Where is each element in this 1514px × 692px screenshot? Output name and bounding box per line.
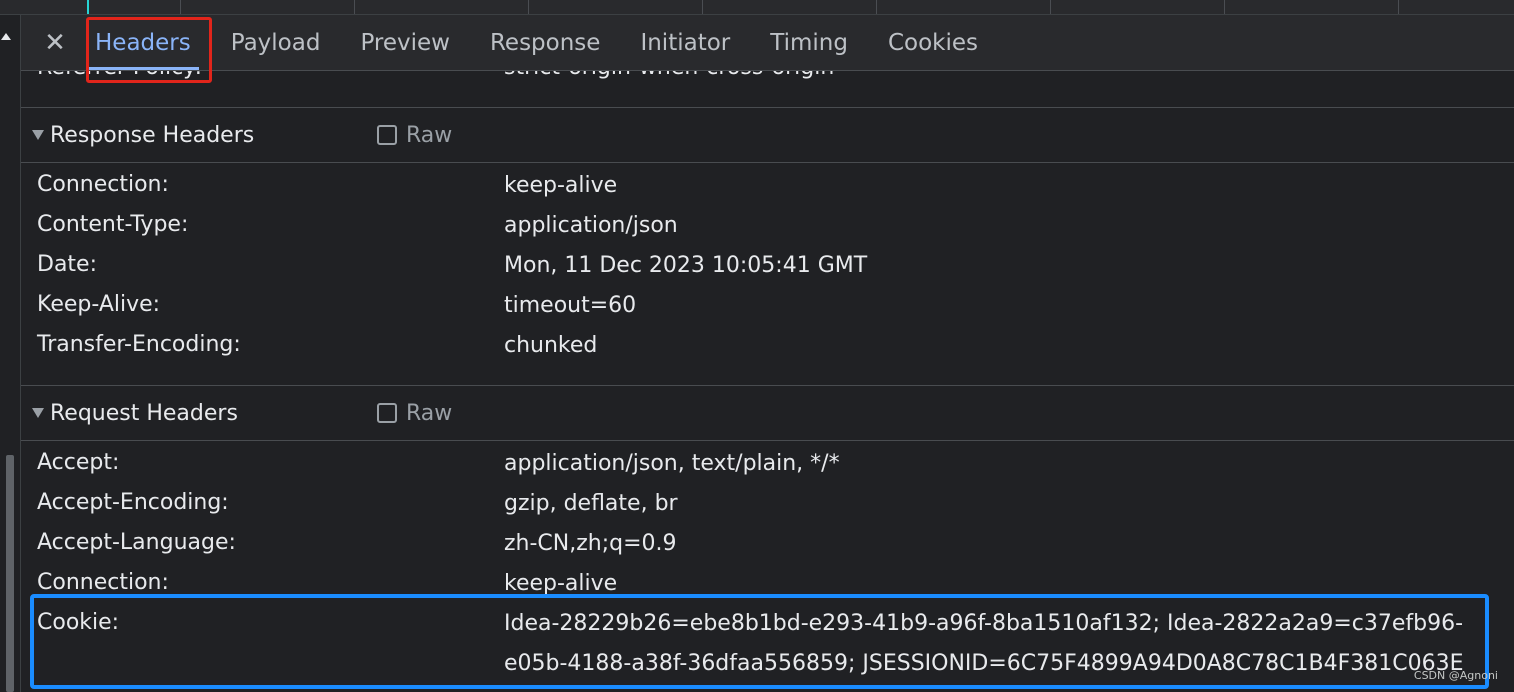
header-value: timeout=60 [504, 293, 637, 318]
header-name: Accept-Encoding: [37, 490, 229, 515]
raw-label[interactable]: Raw [406, 401, 452, 426]
header-row: Accept-Language: zh-CN,zh;q=0.9 [21, 524, 1514, 564]
scrollbar[interactable] [6, 455, 14, 692]
header-name: Keep-Alive: [37, 292, 161, 317]
header-row: Date: Mon, 11 Dec 2023 10:05:41 GMT [21, 246, 1514, 286]
expand-triangle-icon[interactable] [32, 408, 44, 418]
section-response-headers[interactable]: Response Headers Raw [21, 107, 1514, 163]
raw-checkbox[interactable] [377, 125, 397, 145]
tab-response[interactable]: Response [470, 15, 620, 70]
header-value: gzip, deflate, br [504, 491, 678, 516]
header-row: Accept: application/json, text/plain, */… [21, 444, 1514, 484]
section-title: Response Headers [50, 122, 255, 148]
header-value: application/json, text/plain, */* [504, 451, 840, 476]
header-row: Transfer-Encoding: chunked [21, 326, 1514, 366]
cursor-arrow-icon [1, 33, 11, 40]
raw-checkbox[interactable] [377, 403, 397, 423]
header-name: Transfer-Encoding: [37, 332, 241, 357]
close-icon[interactable]: ✕ [35, 21, 75, 65]
header-name: Accept: [37, 450, 120, 475]
request-list-gutter [0, 15, 21, 692]
header-name: Connection: [37, 570, 169, 595]
header-name: Connection: [37, 172, 169, 197]
tab-timing[interactable]: Timing [750, 15, 868, 70]
header-row: Accept-Encoding: gzip, deflate, br [21, 484, 1514, 524]
highlight-box-headers-tab [86, 17, 212, 83]
devtools-network-panel: ✕ Headers Payload Preview Response Initi… [0, 0, 1514, 692]
section-title: Request Headers [50, 400, 238, 426]
details-tabbar: ✕ Headers Payload Preview Response Initi… [21, 15, 1514, 71]
highlight-box-cookie-row [30, 594, 1489, 689]
header-row-partial: Referrer Policy: strict-origin-when-cros… [21, 71, 1514, 85]
tab-payload[interactable]: Payload [211, 15, 341, 70]
header-row: Connection: keep-alive [21, 166, 1514, 206]
section-request-headers[interactable]: Request Headers Raw [21, 385, 1514, 441]
header-name: Content-Type: [37, 212, 189, 237]
network-timeline-strip [0, 0, 1514, 15]
header-value: keep-alive [504, 173, 618, 198]
timeline-cursor [87, 0, 89, 14]
header-value: zh-CN,zh;q=0.9 [504, 531, 677, 556]
header-row: Content-Type: application/json [21, 206, 1514, 246]
tab-cookies[interactable]: Cookies [868, 15, 998, 70]
header-name: Accept-Language: [37, 530, 236, 555]
header-value: strict-origin-when-cross-origin [504, 71, 834, 80]
header-value: application/json [504, 213, 678, 238]
raw-label[interactable]: Raw [406, 123, 452, 148]
tab-preview[interactable]: Preview [340, 15, 470, 70]
header-value: Mon, 11 Dec 2023 10:05:41 GMT [504, 253, 868, 278]
header-name: Date: [37, 252, 97, 277]
expand-triangle-icon[interactable] [32, 130, 44, 140]
watermark: CSDN @Agnoni [1413, 669, 1498, 682]
header-value: chunked [504, 333, 598, 358]
tab-initiator[interactable]: Initiator [620, 15, 750, 70]
header-row: Keep-Alive: timeout=60 [21, 286, 1514, 326]
